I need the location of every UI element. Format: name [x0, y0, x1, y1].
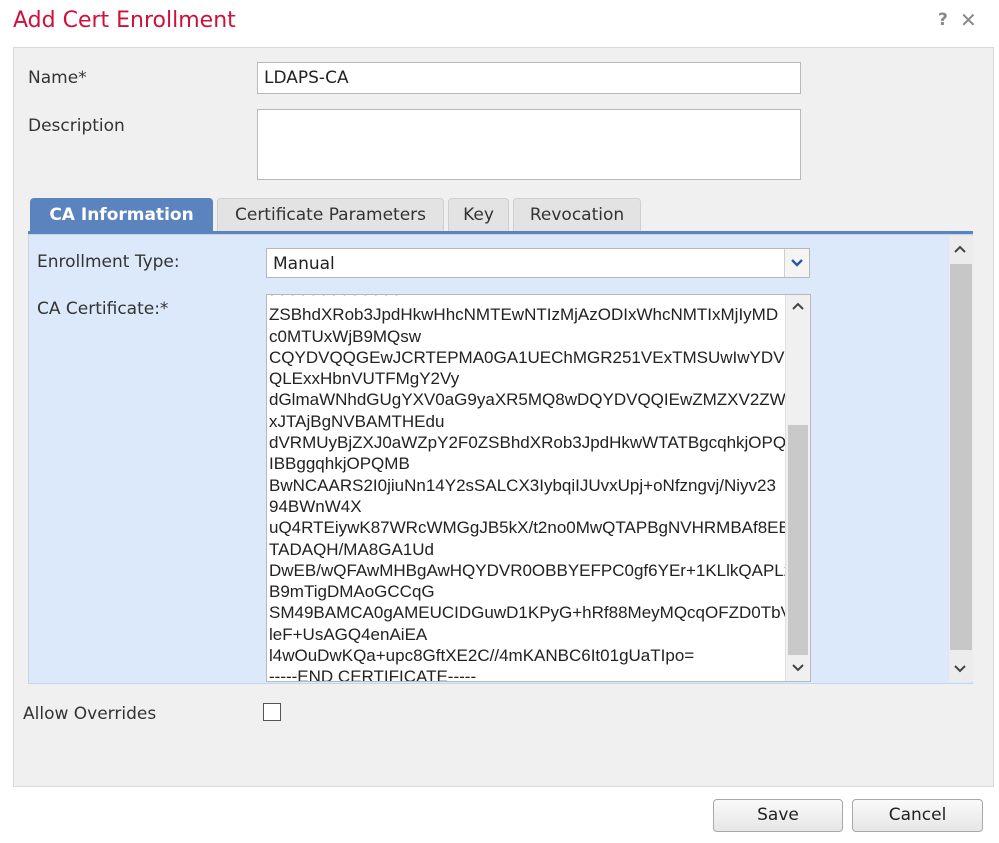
certificate-line: c0MTUxWjB9MQsw: [269, 326, 422, 346]
description-label: Description: [28, 116, 125, 136]
certificate-line: l4wOuDwKQa+upc8GftXE2C//4mKANBC6It01gUaT…: [269, 646, 695, 666]
enrollment-type-select[interactable]: Manual: [266, 248, 810, 278]
certificate-line: 94BWnW4X: [269, 496, 362, 516]
help-icon[interactable]: ?: [938, 10, 948, 30]
tab-key[interactable]: Key: [448, 198, 509, 231]
certificate-line: ZSBhdXRob3JpdHkwHhcNMTEwNTIzMjAzODIxWhcN…: [269, 305, 779, 325]
scroll-down-icon[interactable]: [949, 660, 971, 680]
enrollment-type-value: Manual: [273, 254, 335, 274]
scroll-down-icon[interactable]: [787, 659, 809, 679]
tab-revocation[interactable]: Revocation: [513, 198, 641, 231]
save-button[interactable]: Save: [713, 799, 843, 832]
certificate-text: · · · · · · · · · · · · · ZSBhdXRob3JpdH…: [269, 295, 787, 682]
tab-certificate-parameters[interactable]: Certificate Parameters: [217, 198, 444, 231]
description-textarea[interactable]: [257, 109, 801, 180]
allow-overrides-checkbox[interactable]: [263, 703, 281, 721]
dialog-title: Add Cert Enrollment: [13, 8, 236, 33]
certificate-line: CQYDVQQGEwJCRTEPMA0GA1UEChMGR251VExTMSUw…: [269, 347, 787, 367]
certificate-line: DwEB/wQFAwMHBgAwHQYDVR0OBBYEFPC0gf6YEr+1…: [269, 560, 787, 580]
chevron-down-icon[interactable]: [784, 249, 809, 277]
certificate-line: IBBggqhkjOPQMB: [269, 454, 410, 474]
name-label: Name*: [28, 68, 87, 88]
panel-scrollbar-thumb[interactable]: [950, 264, 972, 650]
scroll-up-icon[interactable]: [787, 297, 809, 317]
certificate-line: TADAQH/MA8GA1Ud: [269, 539, 435, 559]
certificate-line: B9mTigDMAoGCCqG: [269, 582, 435, 602]
certificate-line: uQ4RTEiywK87WRcWMGgJB5kX/t2no0MwQTAPBgNV…: [269, 518, 787, 538]
certificate-line: SM49BAMCA0gAMEUCIDGuwD1KPyG+hRf88MeyMQcq…: [269, 603, 787, 623]
allow-overrides-label: Allow Overrides: [23, 704, 157, 724]
tab-ca-information[interactable]: CA Information: [30, 198, 213, 231]
close-icon[interactable]: ✕: [960, 8, 977, 32]
certificate-line: dVRMUyBjZXJ0aWZpY2F0ZSBhdXRob3JpdHkwWTAT…: [269, 433, 787, 453]
name-input[interactable]: [257, 62, 801, 94]
certificate-line: dGlmaWNhdGUgYXV0aG9yaXR5MQ8wDQYDVQQIEwZM…: [269, 390, 787, 410]
enrollment-type-label: Enrollment Type:: [37, 252, 180, 272]
certificate-line: xJTAjBgNVBAMTHEdu: [269, 411, 445, 431]
certificate-scrollbar-thumb[interactable]: [788, 425, 808, 655]
cancel-button[interactable]: Cancel: [852, 799, 983, 832]
certificate-scrollbar[interactable]: [785, 295, 810, 681]
certificate-line: leF+UsAGQ4enAiEA: [269, 624, 428, 644]
certificate-line: BwNCAARS2I0jiuNn14Y2sSALCX3IybqiIJUvxUpj…: [269, 475, 776, 495]
certificate-line: QLExxHbnVUTFMgY2Vy: [269, 369, 460, 389]
certificate-line: -----END CERTIFICATE-----: [269, 667, 477, 682]
panel-scrollbar[interactable]: [949, 236, 973, 682]
scroll-up-icon[interactable]: [949, 240, 971, 260]
ca-certificate-textarea[interactable]: · · · · · · · · · · · · · ZSBhdXRob3JpdH…: [266, 294, 811, 682]
ca-certificate-label: CA Certificate:*: [37, 299, 169, 319]
